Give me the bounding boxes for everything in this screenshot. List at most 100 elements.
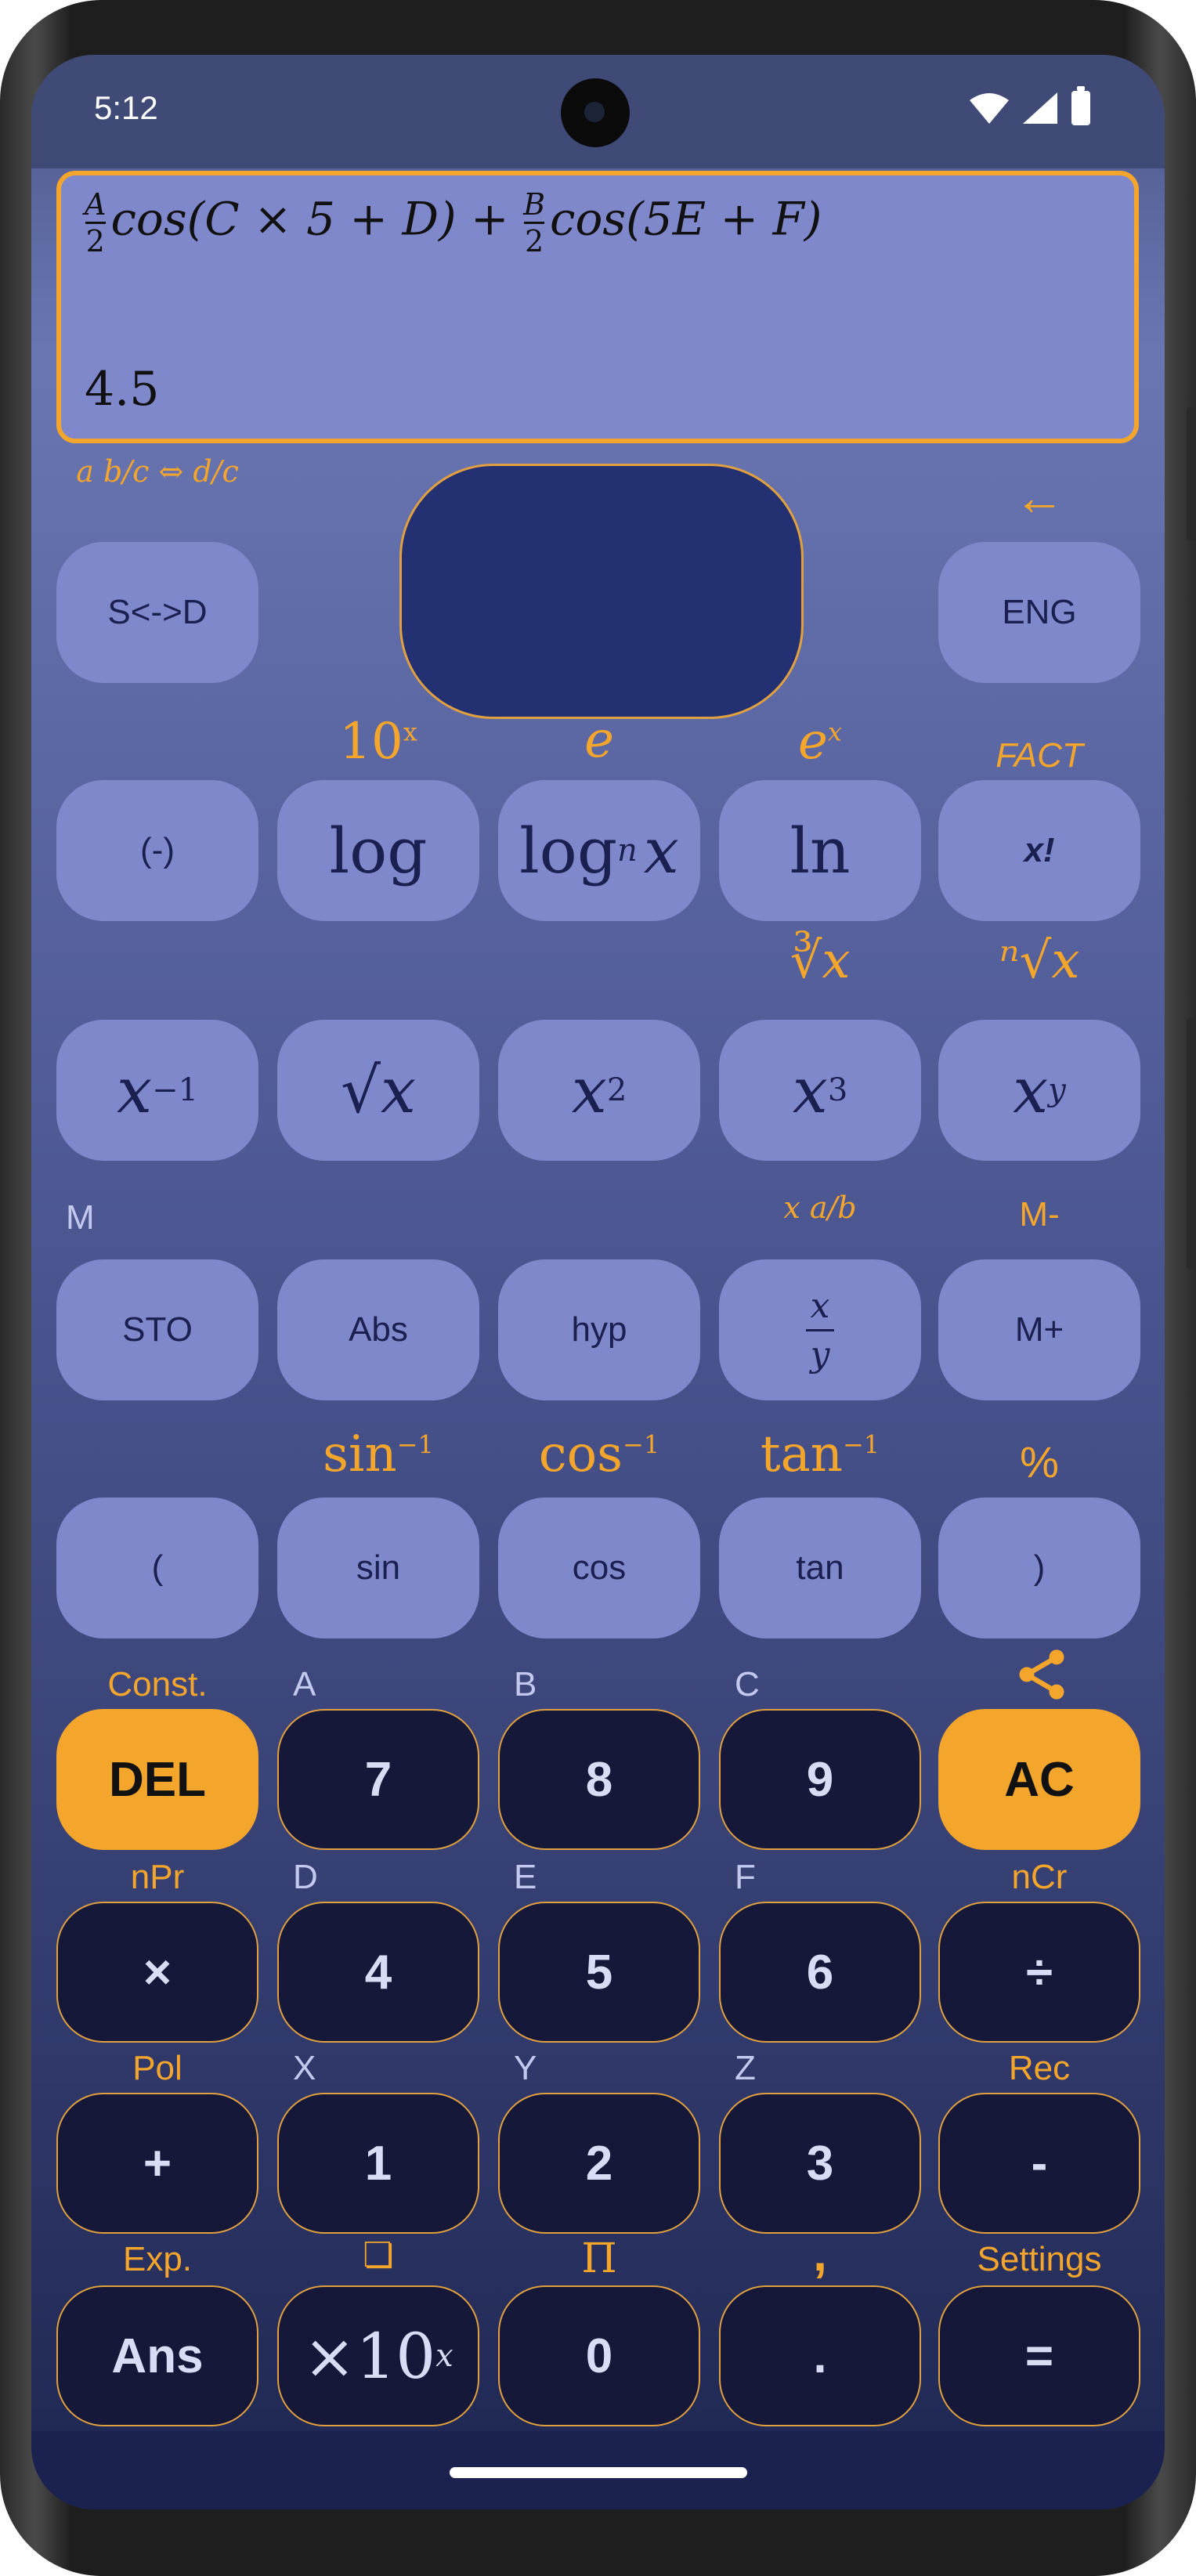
s-to-d-button[interactable]: S<->D	[56, 542, 258, 683]
atan-text: tan	[760, 1425, 843, 1483]
share-icon[interactable]	[1012, 1645, 1071, 1704]
label-e-const: e	[584, 711, 614, 769]
tan-button[interactable]: tan	[719, 1498, 921, 1638]
expr-middle: cos(C × 5 + D) +	[110, 192, 524, 246]
label-pi: Π	[581, 2235, 617, 2282]
label-x: X	[293, 2049, 316, 2087]
calculator-display[interactable]: A 2 cos(C × 5 + D) + B 2 cos(5E + F) 4.5	[56, 171, 1139, 443]
acos-sup: −1	[623, 1429, 660, 1460]
digit-0-button[interactable]: 0	[498, 2285, 700, 2426]
label-e-base: e	[798, 713, 828, 771]
fraction-b-over-2: B2	[523, 190, 545, 256]
abs-button[interactable]: Abs	[277, 1259, 479, 1400]
times10-sup: x	[435, 2338, 453, 2374]
frac-y: y	[810, 1334, 830, 1375]
home-indicator[interactable]	[450, 2467, 747, 2478]
negative-button[interactable]: (-)	[56, 780, 258, 921]
status-time: 5:12	[94, 89, 158, 126]
frac-x: x	[810, 1285, 830, 1326]
times-ten-pow-button[interactable]: ×10 x	[277, 2285, 479, 2426]
label-exp: Exp.	[122, 2240, 193, 2278]
multiply-button[interactable]: ×	[56, 1902, 258, 2043]
left-paren-button[interactable]: (	[56, 1498, 258, 1638]
inv-sup: −1	[152, 1072, 199, 1108]
label-a: A	[293, 1665, 316, 1703]
label-settings[interactable]: Settings	[938, 2240, 1140, 2279]
log-button[interactable]: log	[277, 780, 479, 921]
sqrt-button[interactable]: √x	[277, 1020, 479, 1161]
log-n-button[interactable]: log n x	[498, 780, 700, 921]
wifi-icon	[970, 93, 1009, 124]
power-xy-button[interactable]: xy	[938, 1020, 1140, 1161]
digit-1-button[interactable]: 1	[277, 2093, 479, 2234]
divide-button[interactable]: ÷	[938, 1902, 1140, 2043]
label-f: F	[735, 1858, 756, 1896]
logn-x: x	[643, 814, 679, 887]
all-clear-button[interactable]: AC	[938, 1709, 1140, 1850]
digit-3-button[interactable]: 3	[719, 2093, 921, 2234]
copy-icon[interactable]: ❏	[277, 2235, 479, 2275]
pow-x: x	[1013, 1053, 1049, 1127]
m-plus-button[interactable]: M+	[938, 1259, 1140, 1400]
ans-button[interactable]: Ans	[56, 2285, 258, 2426]
navigation-pad[interactable]	[399, 464, 804, 719]
sto-button[interactable]: STO	[56, 1259, 258, 1400]
signal-icon	[1023, 92, 1057, 124]
label-ncr: nCr	[1011, 1858, 1068, 1896]
digit-9-button[interactable]: 9	[719, 1709, 921, 1850]
label-e-pow-x: ex	[719, 713, 921, 771]
label-ten-sup: x	[403, 717, 417, 747]
minus-button[interactable]: -	[938, 2093, 1140, 2234]
inverse-button[interactable]: x −1	[56, 1020, 258, 1161]
sq-sup: 2	[606, 1072, 627, 1108]
ln-button[interactable]: ln	[719, 780, 921, 921]
label-percent: %	[1020, 1437, 1059, 1487]
label-npr: nPr	[130, 1858, 185, 1896]
factorial-button[interactable]: x!	[938, 780, 1140, 921]
digit-7-button[interactable]: 7	[277, 1709, 479, 1850]
digit-4-button[interactable]: 4	[277, 1902, 479, 2043]
times10-text: ×10	[303, 2319, 436, 2393]
volume-button	[1187, 1018, 1196, 1269]
label-e: E	[514, 1858, 537, 1896]
plus-button[interactable]: +	[56, 2093, 258, 2234]
label-m-minus: M-	[1019, 1195, 1060, 1234]
sq-x: x	[571, 1053, 607, 1127]
equals-button[interactable]: =	[938, 2285, 1140, 2426]
digit-8-button[interactable]: 8	[498, 1709, 700, 1850]
label-comma: ,	[813, 2225, 827, 2282]
phone-frame: 5:12 A 2 cos(C × 5 + D) + B 2 cos(5E + F) 4.…	[0, 0, 1196, 2576]
digit-6-button[interactable]: 6	[719, 1902, 921, 2043]
label-fraction-convert: a b/c ⇔ d/c	[76, 454, 239, 489]
fraction-button[interactable]: x y	[719, 1259, 921, 1400]
asin-text: sin	[323, 1425, 397, 1483]
square-button[interactable]: x2	[498, 1020, 700, 1161]
label-cube-root: ∛x	[790, 932, 851, 990]
label-acos: cos−1	[498, 1425, 700, 1483]
eng-button[interactable]: ENG	[938, 542, 1140, 683]
label-ten-pow-x: 10x	[277, 713, 479, 771]
front-camera	[561, 78, 630, 147]
digit-5-button[interactable]: 5	[498, 1902, 700, 2043]
digit-2-button[interactable]: 2	[498, 2093, 700, 2234]
atan-sup: −1	[842, 1429, 880, 1460]
cube-button[interactable]: x3	[719, 1020, 921, 1161]
cos-button[interactable]: cos	[498, 1498, 700, 1638]
label-b: B	[514, 1665, 537, 1703]
navigation-bar	[31, 2431, 1165, 2509]
label-atan: tan−1	[719, 1425, 921, 1483]
pow-sup: y	[1048, 1072, 1066, 1108]
label-ten-base: 10	[339, 713, 403, 771]
sin-button[interactable]: sin	[277, 1498, 479, 1638]
label-fact: FACT	[995, 736, 1083, 775]
decimal-point-button[interactable]: .	[719, 2285, 921, 2426]
delete-button[interactable]: DEL	[56, 1709, 258, 1850]
acos-text: cos	[538, 1425, 623, 1483]
battery-icon	[1071, 86, 1090, 125]
label-asin: sin−1	[277, 1425, 479, 1483]
expr-numerator-b: B	[523, 187, 546, 222]
fraction-a-over-2: A2	[85, 190, 106, 256]
right-paren-button[interactable]: )	[938, 1498, 1140, 1638]
hyp-button[interactable]: hyp	[498, 1259, 700, 1400]
label-e-sup: x	[827, 717, 842, 747]
